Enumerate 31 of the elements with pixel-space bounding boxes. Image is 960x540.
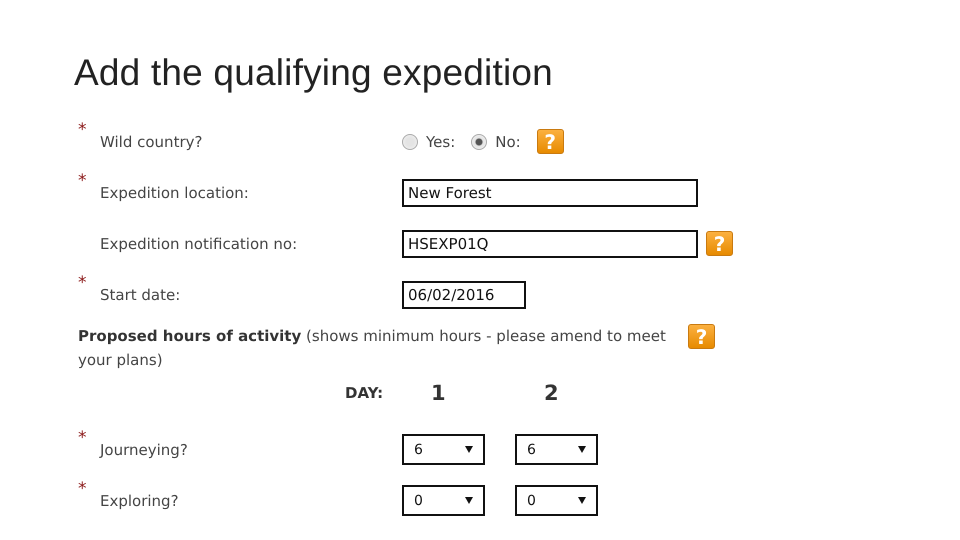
field-label: Start date: [100,286,182,304]
caret-icon [578,446,586,453]
hours-dropdown[interactable]: 6 [402,434,485,465]
input-field[interactable]: 06/02/2016 [402,280,526,308]
field-label: Wild country? [100,132,204,150]
field-label: Journeying? [100,440,189,458]
hours-dropdown[interactable]: 0 [402,485,485,516]
field-label: Expedition location: [100,184,250,202]
radio-label: No: [495,132,521,150]
required-asterisk: * [78,478,88,499]
caret-icon [465,497,473,504]
caret-icon [578,497,586,504]
caret-icon [465,446,473,453]
required-asterisk: * [78,427,88,448]
required-asterisk: * [78,272,88,293]
hours-dropdown[interactable]: 0 [515,485,598,516]
input-field[interactable]: New Forest [402,178,698,206]
input-field[interactable]: HSEXP01Q [402,230,698,258]
radio-button[interactable] [402,134,418,150]
required-asterisk: * [78,119,88,140]
day-number: 2 [544,381,560,405]
radio-button[interactable] [471,134,488,150]
hours-dropdown[interactable]: 6 [515,434,598,465]
day-label: DAY: [345,384,384,402]
radio-label: Yes: [426,132,456,150]
field-label: Exploring? [100,492,180,510]
day-number: 1 [431,381,447,405]
section-heading: Proposed hours of activity (shows minimum hours - please amend to meet your plans) [78,326,667,371]
field-label: Expedition notification no: [100,234,298,252]
required-asterisk: * [78,170,88,191]
slide-title: Add the qualifying expedition [74,52,554,94]
